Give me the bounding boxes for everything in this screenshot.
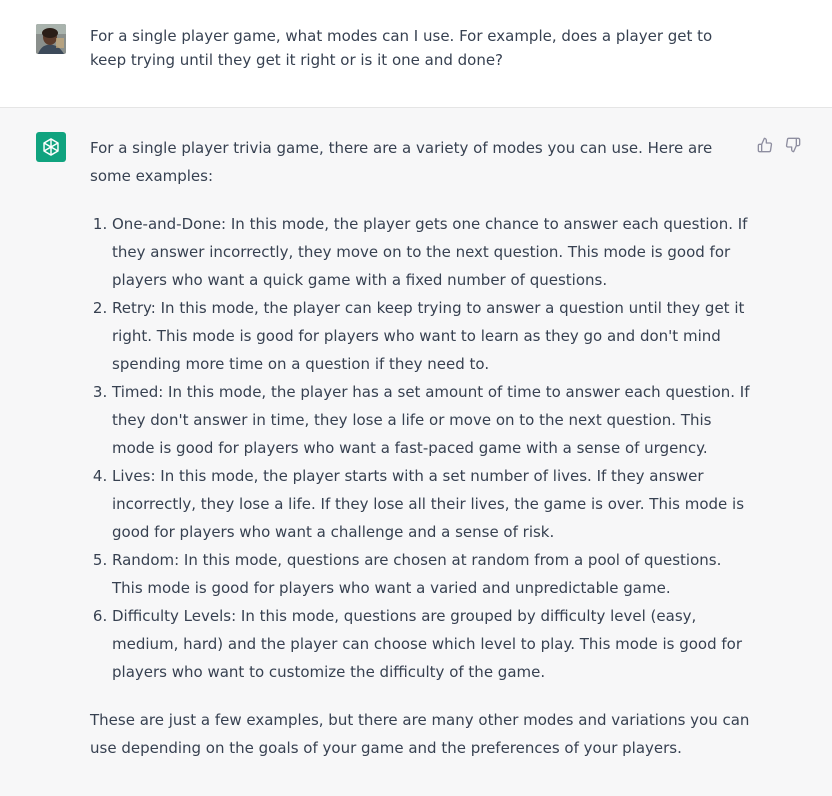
thumbs-up-icon <box>757 137 773 153</box>
assistant-message-text: For a single player trivia game, there a… <box>90 134 750 762</box>
user-avatar-photo <box>36 24 66 54</box>
list-item: Retry: In this mode, the player can keep… <box>112 294 750 378</box>
openai-logo-icon <box>43 138 59 156</box>
list-item: Difficulty Levels: In this mode, questio… <box>112 602 750 686</box>
user-message-text: For a single player game, what modes can… <box>90 27 713 69</box>
thumbs-down-button[interactable] <box>784 136 802 154</box>
feedback-buttons <box>756 136 802 154</box>
list-item: Timed: In this mode, the player has a se… <box>112 378 750 462</box>
assistant-outro: These are just a few examples, but there… <box>90 711 750 757</box>
assistant-intro: For a single player trivia game, there a… <box>90 139 713 185</box>
thumbs-down-icon <box>785 137 801 153</box>
list-item: Lives: In this mode, the player starts w… <box>112 462 750 546</box>
thumbs-up-button[interactable] <box>756 136 774 154</box>
assistant-avatar <box>36 132 66 162</box>
user-avatar <box>36 24 66 54</box>
list-item: Random: In this mode, questions are chos… <box>112 546 750 602</box>
list-item: One-and-Done: In this mode, the player g… <box>112 210 750 294</box>
assistant-message-row: For a single player trivia game, there a… <box>0 108 832 796</box>
user-message-row: For a single player game, what modes can… <box>0 0 832 108</box>
modes-list: One-and-Done: In this mode, the player g… <box>90 210 750 686</box>
